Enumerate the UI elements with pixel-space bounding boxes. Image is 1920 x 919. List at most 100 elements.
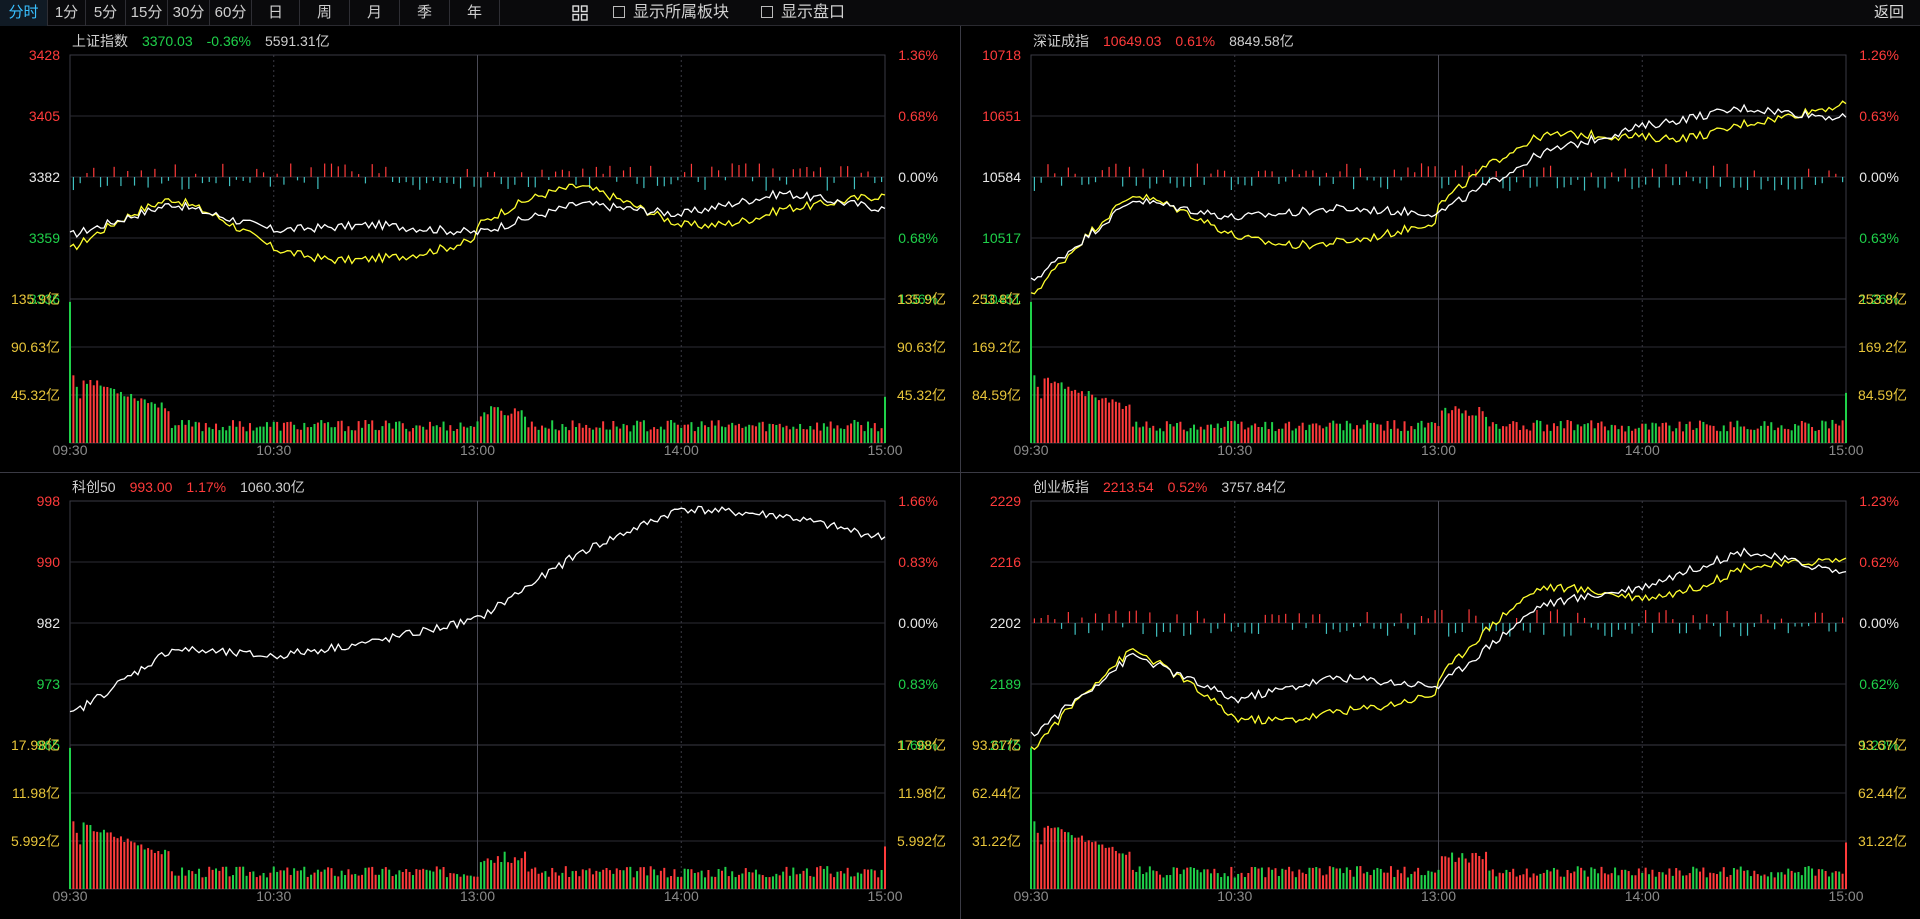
volume-bar [1549,430,1552,443]
volume-bar [1366,871,1369,889]
show-sector-checkbox[interactable]: 显示所属板块 [613,0,729,26]
volume-bar [1743,870,1746,889]
volume-bar [1311,423,1314,443]
volume-bar [1580,867,1583,889]
volume-bar [870,869,873,889]
volume-bar [299,429,302,443]
volume-bar [1658,871,1661,889]
volume-bar [1603,426,1606,443]
tab-60min[interactable]: 60分 [210,0,252,26]
volume-bar [1152,870,1155,889]
volume-bar [1165,421,1168,443]
percent-axis-label: 0.00% [898,615,938,631]
volume-bar [1726,876,1729,889]
volume-bar [102,386,105,443]
volume-bar [1400,873,1403,889]
volume-bar [792,867,795,889]
volume-bar [693,873,696,889]
volume-bar [1777,427,1780,443]
intraday-chart[interactable]: 科创50 993.00 1.17% 1060.30亿9989909829739651.… [0,473,959,918]
volume-bar [150,402,153,443]
volume-bar [228,425,231,443]
volume-bar [75,386,78,443]
volume-bar [1172,867,1175,889]
volume-bar [337,876,340,889]
volume-bar [75,832,78,889]
volume-bar [561,872,564,889]
volume-bar [1332,420,1335,443]
panel-star50[interactable]: 科创50 993.00 1.17% 1060.30亿 998 990 982 973 965 1.… [0,473,959,918]
panel-shanghai-index[interactable]: 上证指数 3370.03 -0.36% 5591.31亿 3428 3405 3382 335… [0,27,959,472]
volume-bar [1311,867,1314,889]
volume-bar [1634,875,1637,889]
tab-intraday[interactable]: 分时 [0,0,48,26]
volume-bar [1288,421,1291,443]
tab-year[interactable]: 年 [450,0,500,26]
volume-bar [269,872,272,889]
price-axis-label: 10517 [982,230,1021,246]
show-orderbook-label: 显示盘口 [781,4,846,21]
intraday-chart[interactable]: 上证指数 3370.03 -0.36% 5591.31亿 3428 3405 3382 335… [0,27,959,472]
volume-bar [479,862,482,889]
volume-bar [585,870,588,889]
volume-bar [398,870,401,889]
tab-day[interactable]: 日 [252,0,300,26]
volume-bar [1257,426,1260,443]
volume-bar [1790,430,1793,443]
volume-bar [1121,853,1124,889]
volume-bar [622,870,625,889]
intraday-chart[interactable]: 创业板指 2213.54 0.52% 3757.84亿 2229 2216 2202 2189… [961,473,1920,918]
volume-bar [1624,869,1627,889]
volume-bar [1101,844,1104,889]
volume-bar [1665,422,1668,443]
volume-bar [646,431,649,443]
volume-bar [1556,869,1559,889]
tab-30min[interactable]: 30分 [168,0,210,26]
volume-bar [1036,386,1039,443]
intraday-chart[interactable]: 深证成指 10649.03 0.61% 8849.58亿 10718 10651 10584… [961,27,1920,472]
volume-bar [1203,429,1206,443]
index-title-group: 深证成指 10649.03 0.61% 8849.58亿 [1033,33,1294,49]
layout-grid-icon[interactable] [571,4,589,22]
volume-bar [1243,429,1246,443]
volume-bar [799,873,802,889]
tab-15min[interactable]: 15分 [126,0,168,26]
volume-bar [405,428,408,443]
volume-bar [1692,429,1695,443]
volume-bar [1389,428,1392,443]
volume-bar [327,867,330,889]
volume-bar [1169,874,1172,889]
volume-axis-label: 17.98亿 [11,737,60,753]
volume-bar [1552,423,1555,443]
volume-bar [1607,430,1610,443]
tab-1min[interactable]: 1分 [48,0,86,26]
volume-bar [581,869,584,889]
back-button[interactable]: 返回 [1874,0,1904,26]
panel-chinext[interactable]: 创业板指 2213.54 0.52% 3757.84亿 2229 2216 2202 2189… [961,473,1920,918]
volume-bar [1372,422,1375,443]
tab-5min[interactable]: 5分 [86,0,126,26]
volume-bar [1756,874,1759,889]
tab-season[interactable]: 季 [400,0,450,26]
volume-bar [106,387,109,443]
volume-bar [96,380,99,443]
volume-bar [208,866,211,889]
volume-bar [1094,841,1097,889]
volume-bar [330,427,333,443]
tab-week[interactable]: 周 [300,0,350,26]
volume-bar [1345,867,1348,889]
panel-shenzhen-component[interactable]: 深证成指 10649.03 0.61% 8849.58亿 10718 10651 10584… [961,27,1920,472]
volume-bar [367,424,370,443]
volume-bar [238,421,241,443]
volume-bar [785,866,788,889]
volume-bar [1379,424,1382,443]
show-orderbook-checkbox[interactable]: 显示盘口 [761,0,845,26]
volume-bar [1678,421,1681,443]
volume-bar [150,849,153,889]
volume-bar [1627,426,1630,443]
volume-bar [1220,428,1223,443]
volume-bar [130,393,133,443]
volume-bar [1216,873,1219,889]
volume-bar [1186,867,1189,889]
tab-month[interactable]: 月 [350,0,400,26]
